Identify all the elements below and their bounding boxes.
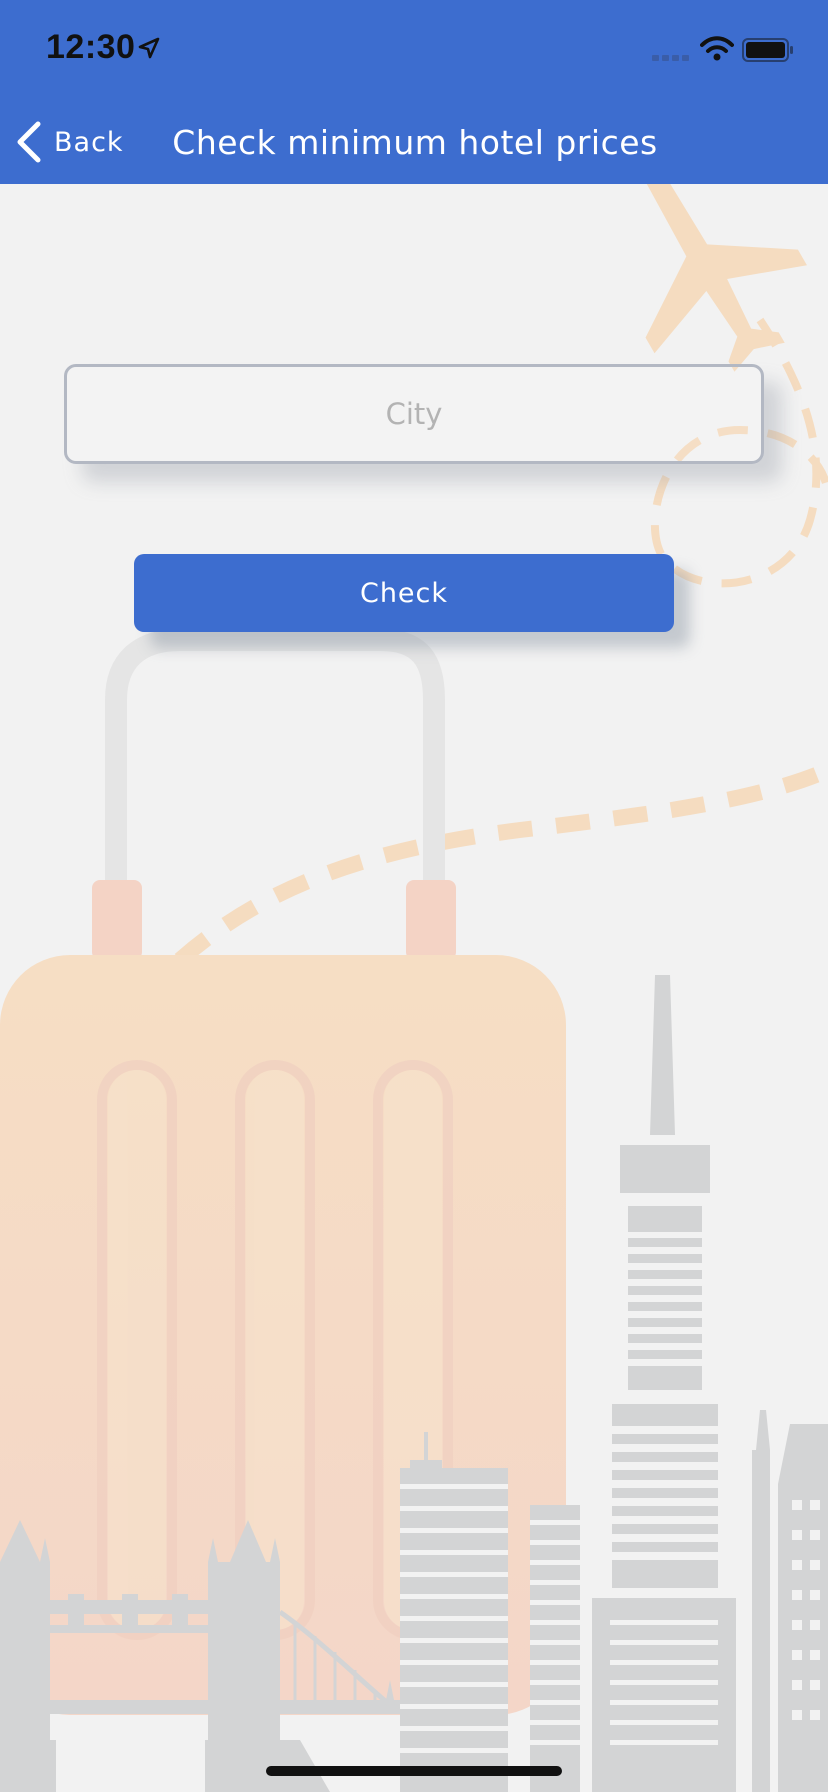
city-field	[64, 364, 764, 464]
wifi-icon	[700, 36, 734, 61]
back-button-label: Back	[54, 126, 124, 158]
status-bar: 12:30	[0, 0, 828, 100]
chevron-left-icon	[17, 121, 41, 163]
battery-icon	[742, 38, 793, 62]
home-indicator	[266, 1766, 562, 1776]
back-button[interactable]: Back	[14, 116, 124, 168]
navigation-bar: Back Check minimum hotel prices	[0, 100, 828, 184]
check-button[interactable]: Check	[134, 554, 674, 632]
app-header: 12:30 Back Check minimum hotel prices	[0, 0, 828, 184]
city-input[interactable]	[67, 367, 761, 461]
status-time: 12:30	[46, 28, 136, 66]
background-illustration	[0, 165, 828, 1792]
cellular-signal-icon	[652, 55, 689, 61]
location-arrow-icon	[138, 37, 160, 59]
page-title: Check minimum hotel prices	[172, 122, 658, 162]
